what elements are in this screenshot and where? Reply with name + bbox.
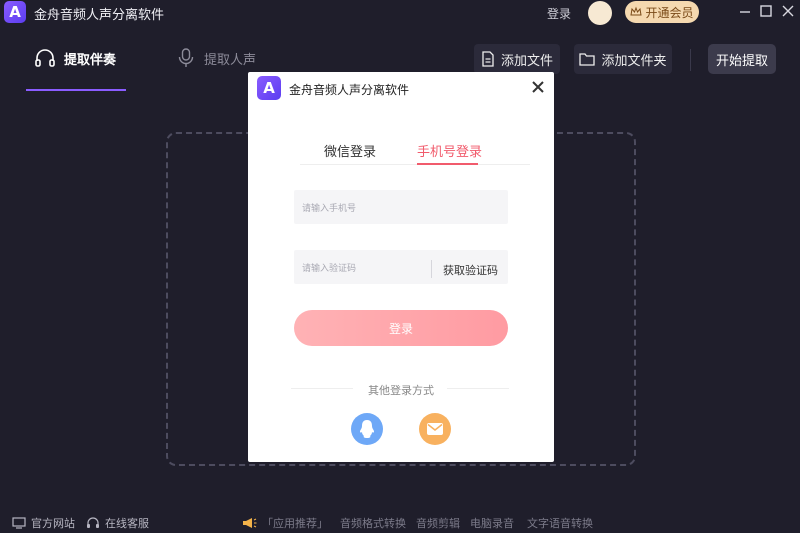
link-audio-format-convert[interactable]: 音频格式转换: [340, 515, 406, 531]
app-logo: A: [4, 1, 26, 23]
tab-divider: [300, 164, 530, 165]
recommend-label: 「应用推荐」: [262, 517, 328, 530]
dialog-logo: A: [257, 76, 281, 100]
avatar[interactable]: [588, 1, 612, 25]
other-login-divider-right: [447, 388, 509, 389]
other-login-label: 其他登录方式: [368, 384, 434, 397]
headphones-icon: [35, 49, 55, 67]
online-service-label: 在线客服: [105, 517, 149, 530]
qq-icon: [360, 420, 374, 438]
vip-button-label: 开通会员: [645, 5, 694, 20]
qq-login-button[interactable]: [351, 413, 383, 445]
get-code-button[interactable]: 获取验证码: [443, 262, 498, 278]
footer: 官方网站 在线客服 「应用推荐」 音频格式转换 音频剪辑 电脑录音 文字语音转换: [0, 510, 800, 533]
login-link[interactable]: 登录: [547, 5, 571, 22]
app-title: 金舟音频人声分离软件: [34, 8, 165, 23]
tab-wechat-login[interactable]: 微信登录: [324, 141, 376, 160]
file-icon: [482, 51, 494, 67]
link-pc-recording[interactable]: 电脑录音: [470, 515, 514, 531]
add-folder-label: 添加文件夹: [601, 53, 667, 69]
headset-icon: [87, 517, 99, 528]
close-icon[interactable]: [780, 3, 796, 19]
start-extract-button[interactable]: 开始提取: [708, 44, 776, 74]
vip-button[interactable]: 开通会员: [625, 1, 699, 23]
tab-extract-vocals[interactable]: 提取人声: [176, 47, 256, 69]
folder-icon: [579, 53, 596, 66]
add-file-button[interactable]: 添加文件: [474, 44, 560, 74]
phone-input[interactable]: 请输入手机号: [294, 190, 508, 224]
email-login-button[interactable]: [419, 413, 451, 445]
code-separator: [431, 260, 432, 278]
active-login-tab-indicator: [417, 163, 478, 165]
link-text-to-speech[interactable]: 文字语音转换: [527, 515, 593, 531]
add-folder-button[interactable]: 添加文件夹: [574, 44, 672, 74]
official-site-link[interactable]: 官方网站: [12, 515, 75, 531]
tab-extract-accompaniment[interactable]: 提取伴奏: [34, 47, 116, 69]
add-file-label: 添加文件: [500, 53, 553, 69]
crown-icon: [630, 6, 643, 16]
tab-label: 提取人声: [204, 52, 257, 68]
dialog-title: 金舟音频人声分离软件: [289, 83, 410, 97]
active-tab-indicator: [26, 89, 126, 91]
link-audio-edit[interactable]: 音频剪辑: [416, 515, 460, 531]
title-bar: A 金舟音频人声分离软件 登录 开通会员: [0, 0, 800, 28]
tab-phone-login[interactable]: 手机号登录: [417, 141, 482, 160]
toolbar-divider: [690, 49, 691, 71]
login-button[interactable]: 登录: [294, 310, 508, 346]
login-dialog: A 金舟音频人声分离软件 微信登录 手机号登录 请输入手机号 请输入验证码 获取…: [248, 72, 554, 462]
online-service-link[interactable]: 在线客服: [86, 515, 149, 531]
megaphone-icon: [243, 518, 257, 528]
dialog-close-icon[interactable]: [531, 80, 545, 97]
mail-icon: [427, 423, 443, 435]
official-site-label: 官方网站: [31, 517, 75, 530]
monitor-icon: [12, 517, 26, 529]
microphone-icon: [178, 48, 194, 67]
tab-label: 提取伴奏: [64, 52, 117, 68]
maximize-icon[interactable]: [758, 3, 774, 19]
other-login-divider-left: [291, 388, 353, 389]
app-recommend: 「应用推荐」: [241, 515, 328, 531]
minimize-icon[interactable]: [737, 3, 753, 19]
